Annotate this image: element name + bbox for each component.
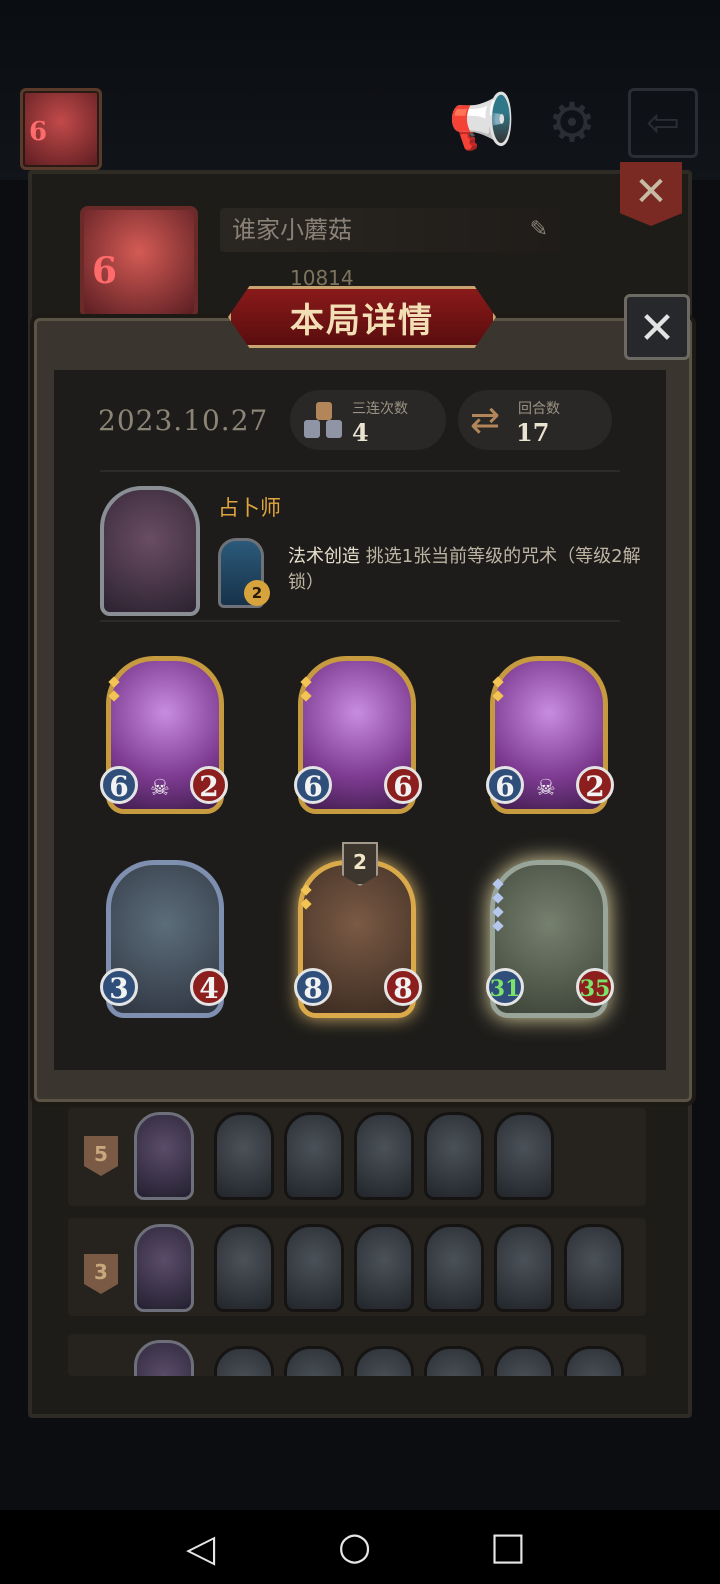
history-row[interactable]: 5 (68, 1108, 646, 1206)
history-card (494, 1346, 554, 1376)
skull-icon: ☠ (150, 776, 170, 801)
history-card (214, 1224, 274, 1312)
player-avatar[interactable]: 6 (20, 88, 102, 170)
profile-close-button[interactable]: ✕ (620, 162, 682, 226)
system-nav-bar: ◁ ○ □ (0, 1510, 720, 1584)
history-hero (134, 1340, 194, 1376)
home-icon[interactable]: ○ (338, 1524, 371, 1568)
divider (100, 470, 620, 472)
profile-avatar: 6 (80, 206, 198, 318)
card-health: 8 (384, 968, 422, 1006)
rank-badge: 3 (84, 1254, 118, 1294)
modal-title: 本局详情 (290, 300, 434, 341)
history-card (214, 1112, 274, 1200)
hero-portrait[interactable] (100, 486, 200, 616)
skull-icon: ☠ (536, 776, 556, 801)
history-card (424, 1224, 484, 1312)
history-hero (134, 1112, 194, 1200)
hero-name: 占卜师 (218, 496, 281, 520)
card-attack: 31 (486, 968, 524, 1006)
player-name-text: 谁家小蘑菇 (232, 216, 352, 244)
ability-name: 法术创造 (288, 546, 360, 567)
triple-icon (304, 402, 344, 440)
player-name[interactable]: 谁家小蘑菇 ✎ (220, 208, 560, 252)
triples-label: 三连次数 (352, 401, 408, 417)
modal-close-button[interactable]: ✕ (624, 294, 690, 360)
divider (100, 620, 620, 622)
history-row[interactable]: 3 (68, 1218, 646, 1316)
triples-stat: 三连次数 4 (290, 390, 446, 450)
rounds-icon: ⇄ (470, 400, 501, 441)
history-card (284, 1112, 344, 1200)
card-attack: 6 (294, 766, 332, 804)
card-health: 6 (384, 766, 422, 804)
gear-icon[interactable]: ⚙ (540, 90, 604, 154)
history-card (284, 1224, 344, 1312)
history-card (564, 1224, 624, 1312)
exit-icon[interactable]: ⇦ (628, 88, 698, 158)
history-card (354, 1224, 414, 1312)
top-bar (0, 0, 720, 180)
rank-badge: 5 (84, 1136, 118, 1176)
recents-icon[interactable]: □ (490, 1524, 526, 1568)
card-attack: 3 (100, 968, 138, 1006)
card-attack: 6 (486, 766, 524, 804)
rounds-stat: ⇄ 回合数 17 (458, 390, 612, 450)
history-hero (134, 1224, 194, 1312)
card-health: 2 (190, 766, 228, 804)
history-card (214, 1346, 274, 1376)
card-attack: 6 (100, 766, 138, 804)
triples-value: 4 (352, 418, 369, 447)
rounds-value: 17 (516, 418, 550, 447)
modal-title-banner: 本局详情 (228, 286, 496, 348)
card-health: 2 (576, 766, 614, 804)
history-card (494, 1224, 554, 1312)
history-card (564, 1346, 624, 1376)
profile-level: 6 (92, 250, 118, 292)
ability-description: 法术创造 挑选1张当前等级的咒术（等级2解锁） (288, 544, 648, 596)
ability-level-badge: 2 (244, 580, 270, 606)
history-card (284, 1346, 344, 1376)
history-row[interactable] (68, 1334, 646, 1376)
card-health: 35 (576, 968, 614, 1006)
history-card (494, 1112, 554, 1200)
rounds-label: 回合数 (518, 401, 560, 417)
match-date: 2023.10.27 (98, 404, 269, 437)
card-health: 4 (190, 968, 228, 1006)
megaphone-icon[interactable]: 📢 (448, 90, 515, 154)
player-level: 6 (29, 117, 48, 147)
card-attack: 8 (294, 968, 332, 1006)
history-card (424, 1346, 484, 1376)
history-card (424, 1112, 484, 1200)
edit-icon[interactable]: ✎ (530, 208, 548, 252)
history-card (354, 1346, 414, 1376)
back-icon[interactable]: ◁ (186, 1526, 215, 1570)
history-card (354, 1112, 414, 1200)
